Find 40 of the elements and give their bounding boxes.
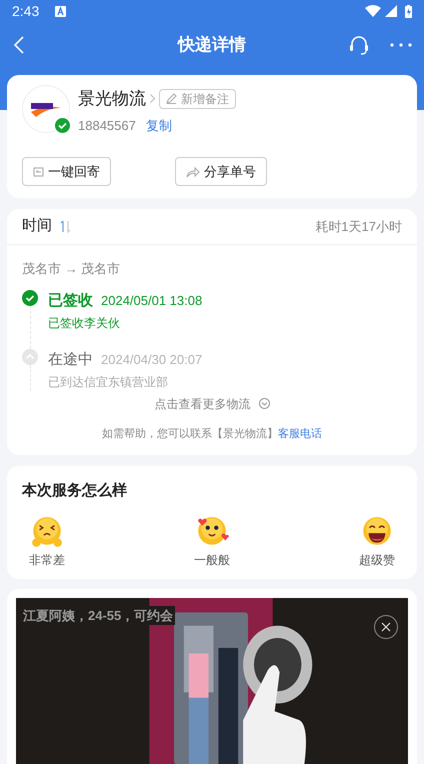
chevron-down-circle-icon: [258, 398, 270, 409]
rating-label[interactable]: 一般般: [194, 550, 230, 568]
help-text: 如需帮助，您可以联系【景光物流】: [102, 426, 278, 442]
ad-caption: 江夏阿姨，24-55，可约会: [21, 606, 176, 625]
courier-logo: [22, 85, 70, 133]
rating-label[interactable]: 非常差: [29, 550, 65, 568]
signal-icon: [385, 5, 397, 17]
rating-label[interactable]: 超级赞: [359, 550, 395, 568]
tracking-number: 18845567: [78, 116, 136, 134]
customer-service-link[interactable]: 客服电话: [278, 426, 322, 442]
back-icon[interactable]: [12, 36, 26, 54]
parcel-icon: [33, 166, 44, 177]
more-icon[interactable]: [390, 42, 412, 46]
wifi-icon: [365, 5, 381, 17]
courier-name[interactable]: 景光物流: [78, 86, 146, 112]
share-button[interactable]: 分享单号: [175, 157, 267, 186]
close-button[interactable]: [374, 614, 398, 638]
event-time: 2024/05/01 13:08: [101, 292, 202, 310]
event-time: 2024/04/30 20:07: [101, 350, 202, 368]
event-detail: 已到达信宜东镇营业部: [48, 374, 169, 391]
more-tracking-link[interactable]: 点击查看更多物流: [154, 394, 250, 412]
event-status: 在途中: [48, 350, 93, 370]
return-ship-button[interactable]: 一键回寄: [22, 157, 111, 186]
duration-text: 耗时1天17小时: [315, 218, 402, 236]
page-title: 快递详情: [178, 34, 246, 56]
close-icon: [381, 622, 391, 632]
notification-icon: [55, 6, 66, 16]
chevron-right-icon: [150, 94, 155, 104]
copy-link[interactable]: 复制: [146, 116, 172, 135]
event-status: 已签收: [48, 290, 93, 310]
status-time: 2:43: [12, 2, 40, 20]
pencil-icon: [166, 93, 177, 104]
time-sort-label: 时间: [22, 216, 52, 236]
battery-icon: [405, 4, 412, 18]
sad-face-icon[interactable]: [30, 514, 64, 548]
rating-title: 本次服务怎么样: [22, 481, 128, 501]
headset-icon[interactable]: [348, 34, 370, 56]
route-text: 茂名市 → 茂名市: [22, 260, 122, 278]
event-detail: 已签收李关伙: [48, 315, 121, 332]
share-arrow-icon: [186, 166, 200, 178]
